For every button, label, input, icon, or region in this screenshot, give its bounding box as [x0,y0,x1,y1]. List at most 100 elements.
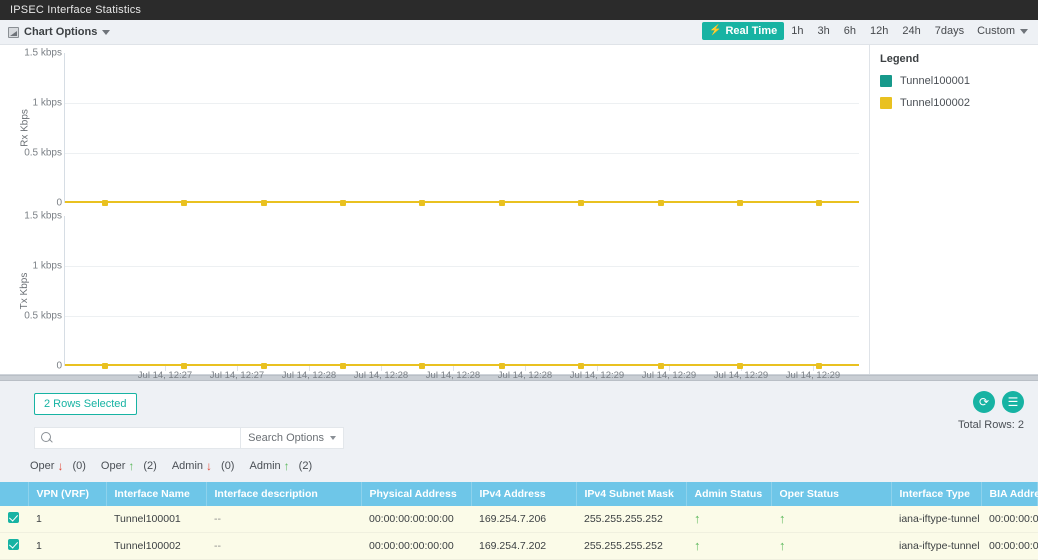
row-checkbox[interactable] [8,512,19,523]
data-point[interactable] [657,363,664,369]
cell-interface-type: iana-iftype-tunnel [891,506,981,533]
gridline [65,103,859,104]
legend-item[interactable]: Tunnel100001 [880,75,1038,87]
search-options-dropdown[interactable]: Search Options [241,427,344,449]
table-row[interactable]: 1 Tunnel100001 -- 00:00:00:00:00:00 169.254.… [0,506,1038,533]
empty-value: -- [214,513,221,525]
column-header-bia-address[interactable]: BIA Address [981,482,1038,506]
search-box[interactable] [34,427,242,449]
select-all-header[interactable] [0,482,29,506]
data-point[interactable] [578,363,585,369]
cell-interface-description: -- [206,506,361,533]
cell-interface-name: Tunnel100002 [106,532,206,560]
rows-selected-badge[interactable]: 2 Rows Selected [34,393,137,415]
range-button-label: Real Time [725,25,778,37]
chevron-down-icon [1020,28,1028,34]
column-header-interface-name[interactable]: Interface Name [106,482,207,506]
chart-area: Rx Kbps 0 0.5 kbps 1 kbps 1.5 kbps Tx Kbps 0 0.… [0,45,1038,381]
y-axis-ticks: 0 0.5 kbps 1 kbps 1.5 kbps [0,211,62,372]
row-checkbox[interactable] [8,539,19,550]
filter-chip-count: (2) [298,460,313,472]
filter-chip-label: Admin [249,460,281,472]
data-point[interactable] [181,200,188,206]
range-button-label: 12h [870,25,889,37]
column-header-ipv4-address[interactable]: IPv4 Address [471,482,577,506]
y-axis-tick: 0.5 kbps [24,147,62,159]
column-header-interface-type[interactable]: Interface Type [891,482,982,506]
plot-grid [64,53,859,206]
search-input[interactable] [58,429,235,447]
column-header-physical-address[interactable]: Physical Address [361,482,472,506]
y-axis-tick: 0.5 kbps [24,310,62,322]
data-point[interactable] [339,363,346,369]
arrow-up-icon: ↑ [694,511,701,526]
hamburger-icon[interactable]: ☰ [1002,391,1024,413]
range-button-24h[interactable]: 24h [895,22,927,40]
cell-ipv4-address: 169.254.7.206 [471,506,576,533]
data-point[interactable] [816,200,823,206]
plots-container: Rx Kbps 0 0.5 kbps 1 kbps 1.5 kbps Tx Kbps 0 0.… [0,45,869,381]
cell-interface-name: Tunnel100001 [106,506,206,533]
data-point[interactable] [260,200,267,206]
data-point[interactable] [657,200,664,206]
cell-admin-status: ↑ [686,532,771,560]
filter-chip-admin-up[interactable]: Admin ↑ [245,459,293,473]
arrow-up-icon: ↑ [283,459,290,473]
data-point[interactable] [498,363,505,369]
gridline [65,266,859,267]
search-options-label: Search Options [248,432,324,444]
column-header-vpn-vrf[interactable]: VPN (VRF) [28,482,107,506]
data-point[interactable] [339,200,346,206]
interface-table: VPN (VRF) Interface Name Interface descrip… [0,482,1038,560]
chart-plot-rx-kbps: Rx Kbps 0 0.5 kbps 1 kbps 1.5 kbps [0,48,869,209]
empty-value: -- [214,540,221,552]
arrow-down-icon: ↓ [206,459,213,473]
x-axis-tick-label: Jul 14, 12:28 [425,370,481,381]
y-axis-tick: 1 kbps [32,260,62,272]
refresh-icon[interactable]: ⟳ [973,391,995,413]
filter-chip-oper-down[interactable]: Oper ↓ [26,459,67,473]
column-header-ipv4-subnet-mask[interactable]: IPv4 Subnet Mask [576,482,687,506]
x-axis-tick-label: Jul 14, 12:27 [209,370,265,381]
range-custom-dropdown[interactable]: Custom [971,22,1034,40]
legend-swatch [880,75,892,87]
data-point[interactable] [816,363,823,369]
cell-ipv4-address: 169.254.7.202 [471,532,576,560]
data-point[interactable] [101,200,108,206]
cell-interface-type: iana-iftype-tunnel [891,532,981,560]
range-button-7days[interactable]: 7days [928,22,971,40]
data-point[interactable] [736,200,743,206]
legend-item-label: Tunnel100002 [900,97,970,109]
range-button-3h[interactable]: 3h [811,22,837,40]
data-point[interactable] [419,200,426,206]
data-point[interactable] [736,363,743,369]
filter-chip-admin-down[interactable]: Admin ↓ [168,459,216,473]
table-row[interactable]: 1 Tunnel100002 -- 00:00:00:00:00:00 169.254.… [0,532,1038,560]
data-point[interactable] [181,363,188,369]
column-header-interface-description[interactable]: Interface description [206,482,362,506]
column-header-oper-status[interactable]: Oper Status [771,482,892,506]
data-point[interactable] [578,200,585,206]
row-checkbox-cell[interactable] [0,506,28,533]
filter-chip-count: (0) [72,460,86,472]
range-button-1h[interactable]: 1h [784,22,810,40]
chevron-down-icon [330,436,336,440]
data-point[interactable] [419,363,426,369]
table-toolbar-icons: ⟳ ☰ [973,391,1024,413]
column-header-admin-status[interactable]: Admin Status [686,482,772,506]
data-point[interactable] [498,200,505,206]
legend-item[interactable]: Tunnel100002 [880,97,1038,109]
chart-icon [8,26,19,38]
row-checkbox-cell[interactable] [0,532,28,560]
x-axis-tick-label: Jul 14, 12:29 [569,370,625,381]
range-button-12h[interactable]: 12h [863,22,895,40]
range-button-6h[interactable]: 6h [837,22,863,40]
range-button-real-time[interactable]: ⚡ Real Time [702,22,785,40]
plot-grid: Jul 14, 12:27 Jul 14, 12:27 Jul 14, 12:28 J… [64,216,859,381]
cell-interface-description: -- [206,532,361,560]
filter-chip-oper-up[interactable]: Oper ↑ [97,459,138,473]
data-point[interactable] [260,363,267,369]
data-point[interactable] [101,363,108,369]
cell-oper-status: ↑ [771,532,891,560]
chart-options-button[interactable]: Chart Options [8,26,111,38]
